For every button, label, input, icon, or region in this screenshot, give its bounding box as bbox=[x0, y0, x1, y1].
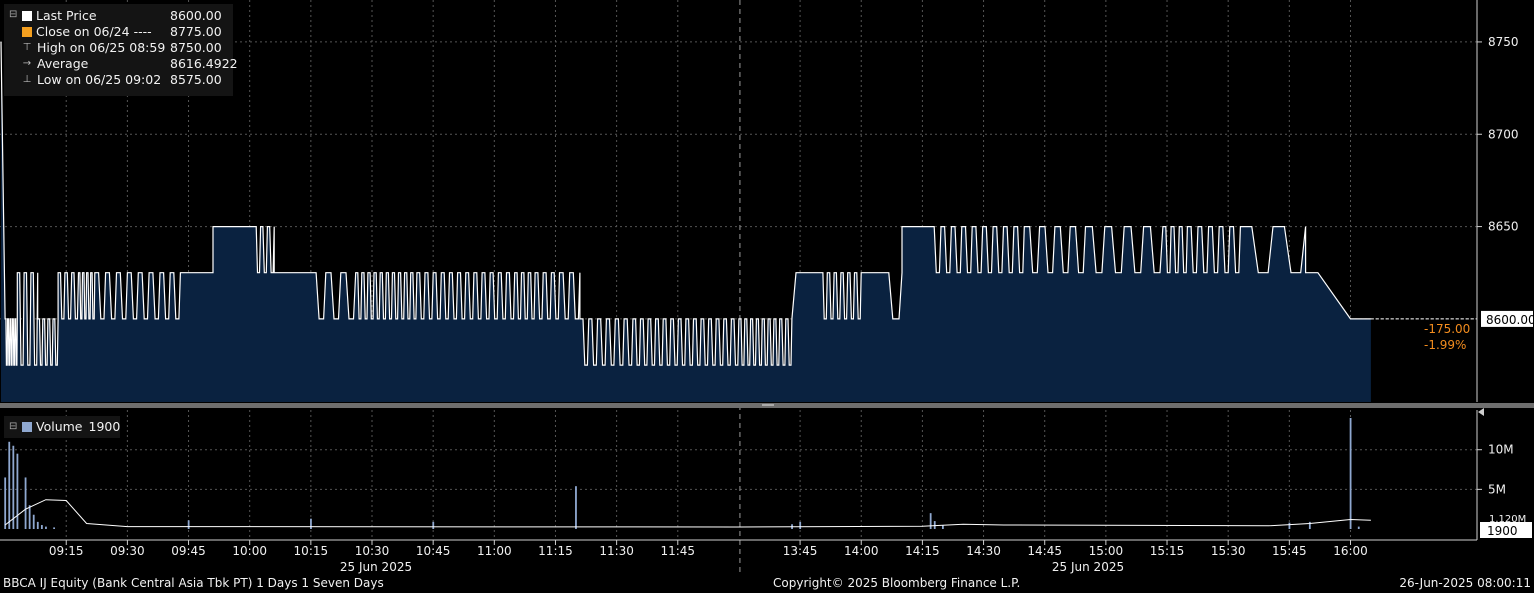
volume-tick-label: 10M bbox=[1488, 443, 1514, 457]
volume-bar bbox=[799, 521, 802, 529]
legend-row: → Average 8616.4922 bbox=[21, 56, 238, 72]
volume-average-line bbox=[4, 499, 1371, 528]
x-tick-label: 14:30 bbox=[966, 544, 1001, 558]
volume-value: 1900 bbox=[88, 419, 121, 434]
y-axis-arrow bbox=[1478, 408, 1484, 416]
last-volume-label: 1900 bbox=[1487, 524, 1518, 538]
volume-bar bbox=[187, 520, 190, 529]
footer-security: BBCA IJ Equity (Bank Central Asia Tbk PT… bbox=[3, 576, 384, 590]
volume-bar bbox=[45, 526, 47, 529]
x-tick-label: 14:00 bbox=[844, 544, 879, 558]
x-tick-label: 14:15 bbox=[905, 544, 940, 558]
volume-bar bbox=[12, 445, 15, 529]
legend-value: 8775.00 bbox=[170, 24, 222, 39]
collapse-volume-legend-icon[interactable]: ⊟ bbox=[9, 419, 17, 435]
volume-bar bbox=[310, 518, 312, 529]
x-tick-label: 11:15 bbox=[538, 544, 573, 558]
x-tick-label: 09:30 bbox=[110, 544, 145, 558]
x-tick-label: 15:15 bbox=[1150, 544, 1185, 558]
volume-bar bbox=[4, 477, 7, 529]
x-tick-label: 10:00 bbox=[232, 544, 267, 558]
volume-bar bbox=[575, 486, 577, 529]
legend-value: 8600.00 bbox=[170, 8, 222, 23]
low-icon: ⊥ bbox=[22, 74, 32, 85]
volume-bar bbox=[929, 513, 932, 529]
legend-row: Last Price 8600.00 bbox=[21, 8, 231, 24]
x-tick-label: 11:45 bbox=[660, 544, 695, 558]
legend-value: 8575.00 bbox=[170, 72, 222, 87]
legend-label: Low on 06/25 09:02 bbox=[37, 72, 162, 87]
volume-bar bbox=[432, 521, 435, 529]
volume-bar bbox=[8, 441, 11, 529]
footer-timestamp: 26-Jun-2025 08:00:11 bbox=[1399, 576, 1531, 590]
x-tick-label: 09:15 bbox=[49, 544, 84, 558]
x-tick-label: 15:30 bbox=[1211, 544, 1246, 558]
volume-legend: ⊟ Volume 1900 bbox=[4, 416, 120, 438]
legend-value: 8750.00 bbox=[170, 40, 222, 55]
y-tick-label: 8700 bbox=[1488, 127, 1519, 141]
volume-tick-label: 5M bbox=[1488, 482, 1506, 496]
x-tick-label: 11:30 bbox=[599, 544, 634, 558]
volume-panel bbox=[4, 418, 1371, 529]
x-tick-label: 11:00 bbox=[477, 544, 512, 558]
legend-label: Last Price bbox=[36, 8, 97, 23]
volume-bar bbox=[1357, 526, 1360, 529]
volume-bar bbox=[53, 527, 56, 529]
x-tick-label: 14:45 bbox=[1027, 544, 1062, 558]
x-tick-label: 13:45 bbox=[783, 544, 818, 558]
volume-bar bbox=[1349, 418, 1352, 529]
date-label: 25 Jun 2025 bbox=[1052, 560, 1124, 574]
volume-bar bbox=[24, 477, 27, 529]
collapse-price-legend-icon[interactable]: ⊟ bbox=[9, 7, 17, 23]
legend-label: High on 06/25 08:59 bbox=[37, 40, 166, 55]
volume-bar bbox=[933, 521, 936, 529]
high-icon: ⊤ bbox=[22, 42, 32, 53]
x-tick-label: 15:45 bbox=[1272, 544, 1307, 558]
average-icon: → bbox=[22, 58, 32, 69]
volume-label: Volume bbox=[36, 419, 83, 434]
volume-bar bbox=[1288, 522, 1291, 529]
legend-row: ⊤ High on 06/25 08:59 8750.00 bbox=[21, 40, 231, 56]
date-label: 25 Jun 2025 bbox=[340, 560, 412, 574]
volume-bar bbox=[16, 453, 19, 529]
x-tick-label: 10:45 bbox=[416, 544, 451, 558]
legend-row: Close on 06/24 ---- 8775.00 bbox=[21, 24, 231, 40]
y-tick-label: 8750 bbox=[1488, 35, 1519, 49]
x-tick-label: 10:30 bbox=[355, 544, 390, 558]
volume-swatch bbox=[22, 422, 32, 432]
y-tick-label: 8650 bbox=[1488, 220, 1519, 234]
x-tick-label: 15:00 bbox=[1089, 544, 1124, 558]
legend-label: Average bbox=[37, 56, 89, 71]
series-swatch bbox=[22, 11, 32, 21]
volume-bar bbox=[40, 525, 43, 529]
change-pct-label: -1.99% bbox=[1424, 338, 1466, 352]
x-tick-label: 16:00 bbox=[1333, 544, 1368, 558]
legend-row: ⊥ Low on 06/25 09:02 8575.00 bbox=[21, 72, 231, 88]
series-swatch bbox=[22, 27, 32, 37]
last-price-label: 8600.00 bbox=[1486, 313, 1534, 327]
panel-resize-handle bbox=[762, 404, 774, 406]
x-tick-label: 10:15 bbox=[294, 544, 329, 558]
x-tick-label: 09:45 bbox=[171, 544, 206, 558]
change-abs-label: -175.00 bbox=[1424, 322, 1470, 336]
legend-label: Close on 06/24 ---- bbox=[36, 24, 152, 39]
volume-bar bbox=[36, 521, 39, 529]
volume-bar bbox=[32, 514, 35, 529]
price-legend: ⊟ Last Price 8600.00 Close on 06/24 ---- 87… bbox=[4, 4, 238, 96]
footer-copyright: Copyright© 2025 Bloomberg Finance L.P. bbox=[773, 576, 1021, 590]
volume-bar bbox=[28, 505, 31, 529]
legend-value: 8616.4922 bbox=[170, 56, 238, 71]
